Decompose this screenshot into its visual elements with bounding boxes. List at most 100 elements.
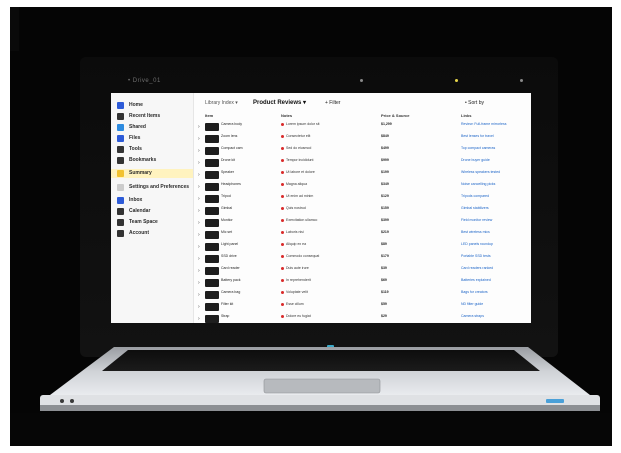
column-header-links[interactable]: Links [461,113,471,118]
chevron-right-icon[interactable]: › [198,280,200,286]
link-cell[interactable]: Top compact cameras [461,146,529,150]
table-row[interactable]: › Compact cam Sed do eiusmod $499 Top compac… [195,145,531,157]
link-cell[interactable]: Noise cancelling picks [461,182,529,186]
calendar-icon [117,208,124,215]
link-cell[interactable]: Gimbal stabilizers [461,206,529,210]
table-row[interactable]: › Gimbal Quis nostrud $159 Gimbal stabilizer… [195,205,531,217]
table-row[interactable]: › Tripod Ut enim ad minim $129 Tripods compa… [195,193,531,205]
sidebar-item-files[interactable]: Files [117,134,193,143]
filter-button[interactable]: + Filter [325,100,340,106]
chevron-right-icon[interactable]: › [198,268,200,274]
link-cell[interactable]: Portable SSD tests [461,254,529,258]
link-cell[interactable]: Card readers ranked [461,266,529,270]
status-dot-icon [281,314,284,318]
breadcrumb[interactable]: Library Index ▾ [205,100,238,106]
table-row[interactable]: › Battery pack In reprehenderit $69 Batterie… [195,277,531,289]
link-cell[interactable]: Best lenses for travel [461,134,529,138]
sidebar-item-summary[interactable]: Summary [111,169,193,178]
status-dot-icon [281,254,284,258]
column-header-price[interactable]: Price & Source [381,113,409,118]
sidebar-item-bookmarks[interactable]: Bookmarks [117,156,193,165]
chevron-right-icon[interactable]: › [198,316,200,322]
table-row[interactable]: › Drone kit Tempor incididunt $999 Drone buy… [195,157,531,169]
item-name: Zoom lens [221,134,238,138]
chevron-right-icon[interactable]: › [198,292,200,298]
table-row[interactable]: › Strap Dolore eu fugiat $29 Camera straps [195,313,531,323]
sidebar-item-home[interactable]: Home [117,101,193,110]
notes-text: Tempor incididunt [286,158,314,162]
link-cell[interactable]: Batteries explained [461,278,529,282]
link-cell[interactable]: Best wireless mics [461,230,529,234]
table-row[interactable]: › Headphones Magna aliqua $349 Noise cancell… [195,181,531,193]
chevron-right-icon[interactable]: › [198,304,200,310]
table-row[interactable]: › Camera bag Voluptate velit $119 Bags for c… [195,289,531,301]
sidebar-item-calendar[interactable]: Calendar [117,207,193,216]
sidebar-item-label: Calendar [129,208,151,214]
status-dot-icon [281,302,284,306]
chevron-right-icon[interactable]: › [198,124,200,130]
chevron-right-icon[interactable]: › [198,196,200,202]
column-header-item[interactable]: Item [205,113,213,118]
chevron-right-icon[interactable]: › [198,232,200,238]
chevron-right-icon[interactable]: › [198,136,200,142]
link-cell[interactable]: Bags for creators [461,290,529,294]
table-row[interactable]: › Filter kit Esse cillum $59 ND filter guide [195,301,531,313]
bookmark-icon [117,157,124,164]
item-name: Camera body [221,122,243,126]
table-row[interactable]: › Card reader Duis aute irure $39 Card reade… [195,265,531,277]
link-cell[interactable]: Review: Full-frame mirrorless [461,122,529,126]
item-name: Card reader [221,266,240,270]
sidebar-item-label: Shared [129,124,146,130]
chevron-right-icon[interactable]: › [198,148,200,154]
port-dot [60,399,64,403]
chevron-right-icon[interactable]: › [198,244,200,250]
sidebar-item-team-space[interactable]: Team Space [117,218,193,227]
chevron-right-icon[interactable]: › [198,220,200,226]
settings-icon [117,184,124,191]
status-dot [360,79,363,82]
sidebar-item-tools[interactable]: Tools [117,145,193,154]
chevron-right-icon[interactable]: › [198,160,200,166]
link-cell[interactable]: Drone buyer guide [461,158,529,162]
sort-button[interactable]: • Sort by [465,100,484,106]
chevron-right-icon[interactable]: › [198,172,200,178]
link-cell[interactable]: Camera straps [461,314,529,318]
clock-icon [117,113,124,120]
table-row[interactable]: › Mic set Laboris nisi $219 Best wireless mi… [195,229,531,241]
link-cell[interactable]: Field monitor review [461,218,529,222]
price-text: $179 [381,254,389,258]
column-header-notes[interactable]: Notes [281,113,292,118]
topbar-text: • Drive_01 [128,78,161,84]
notes-cell: Voluptate velit [281,290,353,294]
table-row[interactable]: › Light panel Aliquip ex ea $89 LED panels r… [195,241,531,253]
notes-cell: Lorem ipsum dolor sit [281,122,353,126]
product-thumbnail [205,147,219,155]
link-cell[interactable]: Tripods compared [461,194,529,198]
dark-floor [10,413,612,446]
table-row[interactable]: › Monitor Exercitation ullamco $399 Field mo… [195,217,531,229]
chevron-right-icon[interactable]: › [198,208,200,214]
sidebar-item-recent-items[interactable]: Recent Items [117,112,193,121]
sidebar-item-shared[interactable]: Shared [117,123,193,132]
table-row[interactable]: › Camera body Lorem ipsum dolor sit $1,299 R… [195,121,531,133]
page-title[interactable]: Product Reviews ▾ [253,99,306,106]
sidebar-item-account[interactable]: Account [117,229,193,238]
price-cell: $849 [381,134,441,138]
sidebar-item-label: Recent Items [129,113,161,119]
item-name: Light panel [221,242,239,246]
price-cell: $1,299 [381,122,441,126]
table-row[interactable]: › Speaker Ut labore et dolore $199 Wireless … [195,169,531,181]
status-dot-icon [281,206,284,210]
sidebar-item-inbox[interactable]: Inbox [117,196,193,205]
product-thumbnail [205,171,219,179]
sidebar-item-settings-and-preferences[interactable]: Settings and Preferences [117,183,193,192]
notes-text: Dolore eu fugiat [286,314,311,318]
table-row[interactable]: › Zoom lens Consectetur elit $849 Best lense… [195,133,531,145]
chevron-right-icon[interactable]: › [198,256,200,262]
price-text: $999 [381,158,389,162]
link-cell[interactable]: LED panels roundup [461,242,529,246]
chevron-right-icon[interactable]: › [198,184,200,190]
table-row[interactable]: › SSD drive Commodo consequat $179 Portable … [195,253,531,265]
link-cell[interactable]: Wireless speakers tested [461,170,529,174]
link-cell[interactable]: ND filter guide [461,302,529,306]
